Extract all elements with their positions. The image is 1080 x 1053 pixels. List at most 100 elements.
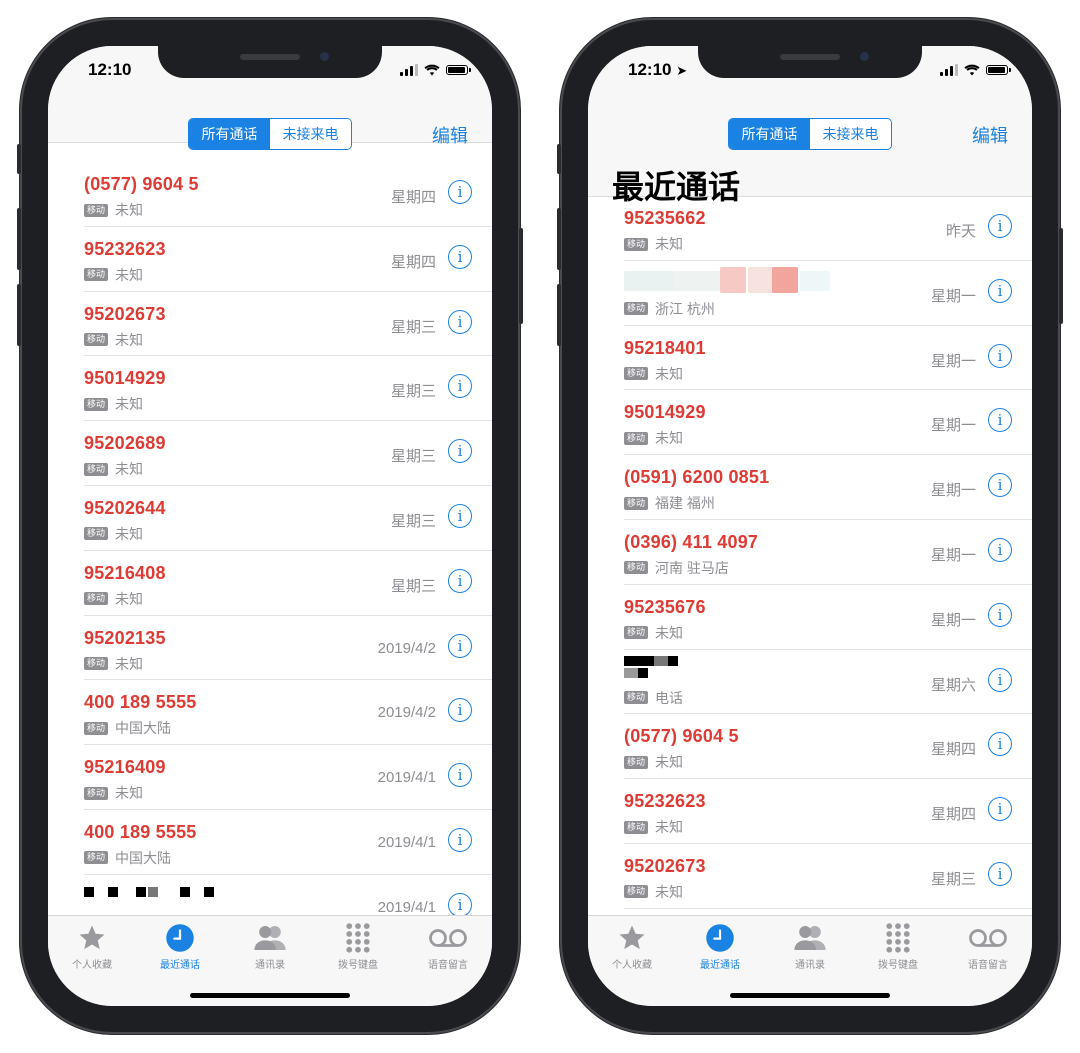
info-icon[interactable]: i: [448, 763, 472, 788]
info-icon[interactable]: i: [448, 568, 472, 593]
info-icon[interactable]: i: [448, 439, 472, 464]
call-subline: 移动 中国大陆: [84, 848, 171, 868]
info-icon[interactable]: i: [448, 698, 472, 723]
call-row[interactable]: 95202673 移动 未知 星期三 i: [48, 292, 492, 357]
call-location: 未知: [655, 883, 684, 900]
caller-number: 95202644: [84, 497, 166, 518]
info-icon[interactable]: i: [988, 408, 1012, 433]
info-icon[interactable]: i: [988, 667, 1012, 692]
carrier-badge: 移动: [84, 592, 109, 606]
caller-number: 400 189 5555: [84, 821, 197, 842]
call-row[interactable]: 95232623 移动 未知 星期四 i: [48, 227, 492, 292]
info-icon[interactable]: i: [988, 214, 1012, 238]
call-subline: 移动 未知: [624, 817, 683, 837]
call-row[interactable]: 95232623 移动 未知 星期四 i: [588, 779, 1032, 844]
wifi-icon: [424, 64, 440, 76]
call-date: 2019/4/1: [377, 769, 436, 787]
tab-all-calls[interactable]: 所有通话: [729, 119, 810, 149]
tab-star[interactable]: 个人收藏: [588, 922, 676, 971]
info-icon[interactable]: i: [448, 309, 472, 334]
tab-label: 个人收藏: [612, 960, 652, 971]
carrier-badge: 移动: [624, 626, 649, 640]
tab-clock[interactable]: 最近通话: [676, 922, 764, 971]
info-icon[interactable]: i: [448, 892, 472, 917]
signal-icon: [400, 64, 418, 76]
redaction-block: [204, 886, 214, 897]
call-row[interactable]: 95216408 移动 未知 星期三 i: [48, 551, 492, 616]
info-icon[interactable]: i: [988, 732, 1012, 757]
caller-number: 95235662: [624, 208, 706, 228]
tab-all-calls[interactable]: 所有通话: [189, 119, 270, 149]
tab-keypad[interactable]: 拨号键盘: [314, 922, 402, 971]
star-icon: [588, 922, 676, 954]
call-row[interactable]: 95235676 移动 未知 星期一 i: [588, 585, 1032, 650]
call-location: 浙江 杭州: [655, 300, 715, 317]
call-subline: 移动 未知: [84, 265, 143, 285]
call-subline: 移动 中国大陆: [84, 718, 171, 738]
mute-switch: [557, 144, 561, 174]
call-row[interactable]: 95202135 移动 未知 2019/4/2 i: [48, 616, 492, 681]
tab-voicemail[interactable]: 语音留言: [944, 922, 1032, 971]
carrier-badge: 移动: [84, 786, 109, 800]
call-date: 星期一: [930, 417, 976, 435]
call-row[interactable]: 95202689 移动 未知 星期三 i: [48, 421, 492, 486]
call-row[interactable]: (0577) 9604 5 移动 未知 星期四 i: [48, 162, 492, 227]
call-row[interactable]: (0577) 9604 5 移动 未知 星期四 i: [588, 714, 1032, 779]
info-icon[interactable]: i: [448, 374, 472, 399]
call-list-right: 95235662 移动 未知 昨天 i 移动 浙江 杭州 星期一 i 95218401 移动 未知 星期…: [588, 196, 1032, 909]
tab-voicemail[interactable]: 语音留言: [404, 922, 492, 971]
call-row[interactable]: 移动 浙江 杭州 星期一 i: [588, 261, 1032, 326]
edit-button[interactable]: 编辑: [972, 122, 1008, 148]
info-icon[interactable]: i: [988, 861, 1012, 886]
call-row[interactable]: 400 189 5555 移动 中国大陆 2019/4/1 i: [48, 810, 492, 875]
info-icon[interactable]: i: [448, 827, 472, 852]
info-icon[interactable]: i: [988, 343, 1012, 368]
home-indicator[interactable]: [190, 993, 350, 998]
edit-button[interactable]: 编辑: [432, 122, 468, 148]
call-row[interactable]: 95218401 移动 未知 星期一 i: [588, 326, 1032, 391]
info-icon[interactable]: i: [448, 244, 472, 269]
voicemail-icon: [944, 922, 1032, 954]
info-icon[interactable]: i: [448, 180, 472, 204]
home-indicator[interactable]: [730, 993, 890, 998]
info-icon[interactable]: i: [988, 473, 1012, 498]
info-icon[interactable]: i: [448, 503, 472, 528]
caller-number: 95218401: [624, 337, 706, 358]
call-row[interactable]: 95014929 移动 未知 星期一 i: [588, 390, 1032, 455]
tab-clock[interactable]: 最近通话: [136, 922, 224, 971]
call-date: 星期一: [930, 287, 976, 305]
info-icon[interactable]: i: [448, 633, 472, 658]
screen-right: 95235662 移动 未知 昨天 i 移动 浙江 杭州 星期一 i 95218401 移动 未知 星期…: [588, 46, 1032, 1006]
call-row[interactable]: (0591) 6200 0851 移动 福建 福州 星期一 i: [588, 455, 1032, 520]
redaction-block: [668, 655, 678, 666]
redacted-number: [624, 654, 784, 678]
info-icon[interactable]: i: [988, 797, 1012, 822]
redaction-block: [674, 270, 724, 291]
call-row[interactable]: 95202673 移动 未知 星期三 i: [588, 844, 1032, 909]
call-subline: 移动 电话: [624, 688, 683, 708]
call-row[interactable]: (0396) 411 4097 移动 河南 驻马店 星期一 i: [588, 520, 1032, 585]
info-icon[interactable]: i: [988, 602, 1012, 627]
call-date: 星期一: [930, 482, 976, 500]
call-row[interactable]: 95014929 移动 未知 星期三 i: [48, 356, 492, 421]
info-icon[interactable]: i: [988, 537, 1012, 562]
tab-missed-calls[interactable]: 未接来电: [270, 119, 351, 149]
blurred-number: [624, 265, 830, 293]
caller-number: 95202673: [84, 303, 166, 324]
caller-number: (0577) 9604 5: [84, 174, 199, 194]
call-row[interactable]: 95202644 移动 未知 星期三 i: [48, 486, 492, 551]
info-icon[interactable]: i: [988, 278, 1012, 303]
call-date: 2019/4/1: [377, 833, 436, 851]
call-subline: 移动 未知: [84, 200, 143, 220]
tab-contacts[interactable]: 通讯录: [766, 922, 854, 971]
call-row[interactable]: 95216409 移动 未知 2019/4/1 i: [48, 745, 492, 810]
tab-star[interactable]: 个人收藏: [48, 922, 136, 971]
call-row[interactable]: 400 189 5555 移动 中国大陆 2019/4/2 i: [48, 680, 492, 745]
tab-missed-calls[interactable]: 未接来电: [810, 119, 891, 149]
tab-contacts[interactable]: 通讯录: [226, 922, 314, 971]
tab-keypad[interactable]: 拨号键盘: [854, 922, 942, 971]
call-row[interactable]: 移动 电话 星期六 i: [588, 650, 1032, 715]
call-date: 星期三: [390, 318, 436, 336]
carrier-badge: 移动: [624, 561, 649, 575]
call-location: 未知: [115, 655, 144, 672]
